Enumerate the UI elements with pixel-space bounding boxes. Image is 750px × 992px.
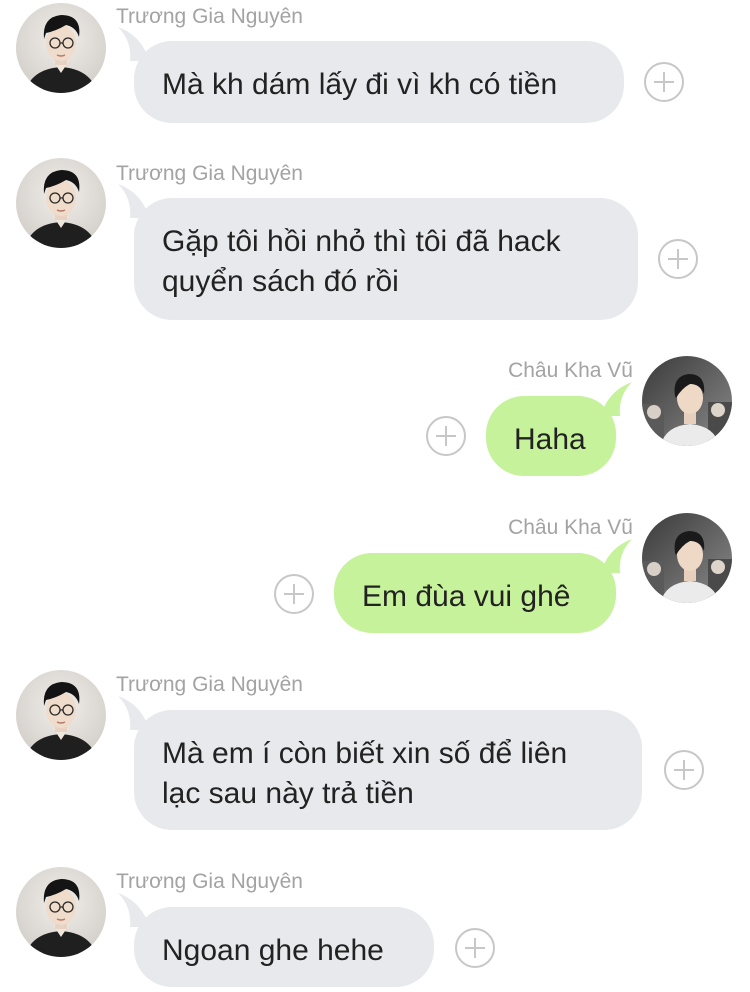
message-text-line: Haha: [514, 423, 586, 456]
message-text-line: Gặp tôi hồi nhỏ thì tôi đã hack: [162, 225, 561, 258]
message-bubble[interactable]: Ngoan ghe hehe: [118, 893, 434, 987]
add-reaction-icon[interactable]: [658, 239, 698, 279]
message-text-line: Mà kh dám lấy đi vì kh có tiền: [162, 68, 558, 101]
contact-avatar[interactable]: [16, 867, 106, 957]
message-bubble[interactable]: Haha: [486, 382, 632, 476]
contact-avatar[interactable]: [642, 513, 732, 603]
bubble-tail: [598, 382, 632, 416]
add-reaction-icon[interactable]: [426, 416, 466, 456]
message-text-line: Ngoan ghe hehe: [162, 934, 384, 967]
contact-avatar[interactable]: [16, 670, 106, 760]
message-bubble[interactable]: Mà kh dám lấy đi vì kh có tiền: [118, 27, 624, 123]
sender-name: Châu Kha Vũ: [508, 516, 633, 539]
message-bubble[interactable]: Gặp tôi hồi nhỏ thì tôi đã hack quyển sá…: [118, 184, 638, 320]
bubble-tail: [598, 539, 632, 573]
add-reaction-icon[interactable]: [274, 574, 314, 614]
message-text-line: quyển sách đó rồi: [162, 265, 399, 298]
message-bubble[interactable]: Em đùa vui ghê: [334, 539, 632, 633]
contact-avatar[interactable]: [16, 3, 106, 93]
bubble-tail: [118, 184, 152, 218]
message-text-line: Em đùa vui ghê: [362, 580, 571, 613]
contact-avatar[interactable]: [642, 356, 732, 446]
message-text-line: Mà em í còn biết xin số để liên: [162, 737, 568, 770]
sender-name: Trương Gia Nguyên: [116, 870, 303, 893]
bubble-tail: [118, 27, 152, 61]
message-bubble[interactable]: Mà em í còn biết xin số để liên lạc sau …: [118, 696, 642, 830]
add-reaction-icon[interactable]: [644, 62, 684, 102]
contact-avatar[interactable]: [16, 158, 106, 248]
message-text-line: lạc sau này trả tiền: [162, 777, 414, 810]
bubble-tail: [118, 696, 152, 730]
bubble-tail: [118, 893, 152, 927]
sender-name: Châu Kha Vũ: [508, 359, 633, 382]
add-reaction-icon[interactable]: [455, 928, 495, 968]
add-reaction-icon[interactable]: [664, 750, 704, 790]
sender-name: Trương Gia Nguyên: [116, 673, 303, 696]
